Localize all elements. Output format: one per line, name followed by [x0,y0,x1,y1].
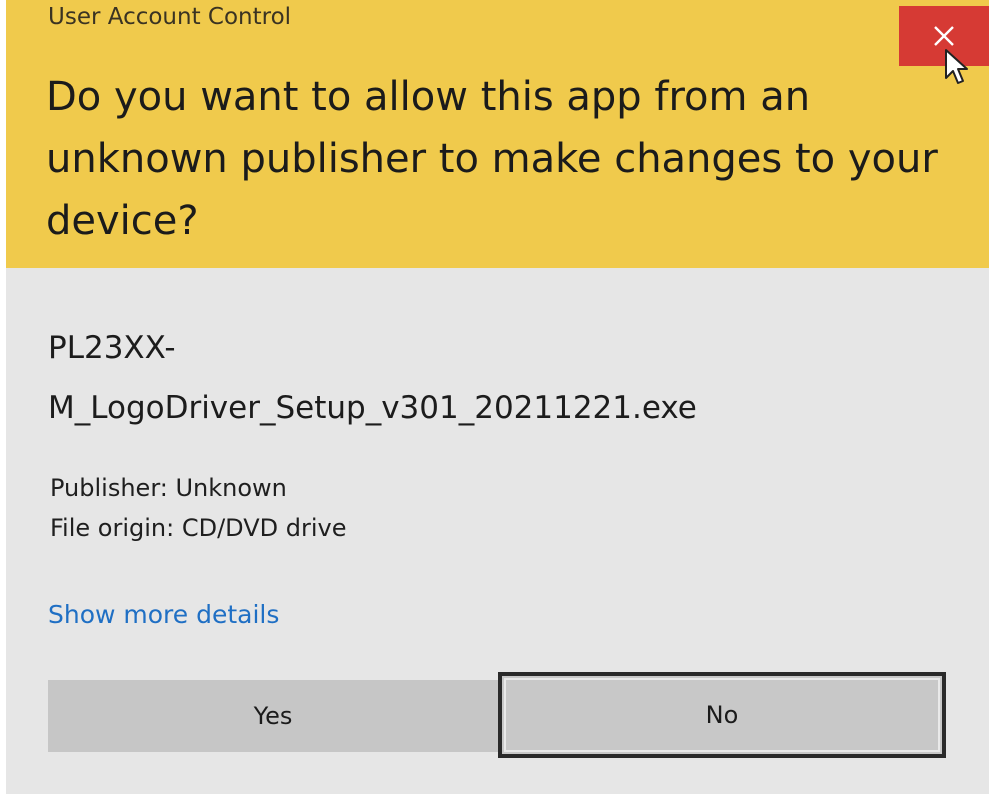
close-icon [933,25,955,47]
consent-question: Do you want to allow this app from an un… [46,74,938,244]
window-title: User Account Control [48,4,292,30]
uac-dialog: User Account Control Do you want to allo… [6,0,989,794]
uac-header: User Account Control Do you want to allo… [6,0,989,268]
yes-button[interactable]: Yes [48,680,498,752]
file-origin-info: File origin: CD/DVD drive [50,514,347,542]
mouse-cursor-icon [945,49,968,84]
no-button[interactable]: No [498,672,946,758]
publisher-info: Publisher: Unknown [50,474,287,502]
program-name: PL23XX- M_LogoDriver_Setup_v301_20211221… [48,318,948,438]
program-name-line-1: PL23XX- [48,330,176,366]
program-name-line-2: M_LogoDriver_Setup_v301_20211221.exe [48,390,697,426]
show-more-details-link[interactable]: Show more details [48,600,279,629]
uac-body: PL23XX- M_LogoDriver_Setup_v301_20211221… [6,268,989,794]
